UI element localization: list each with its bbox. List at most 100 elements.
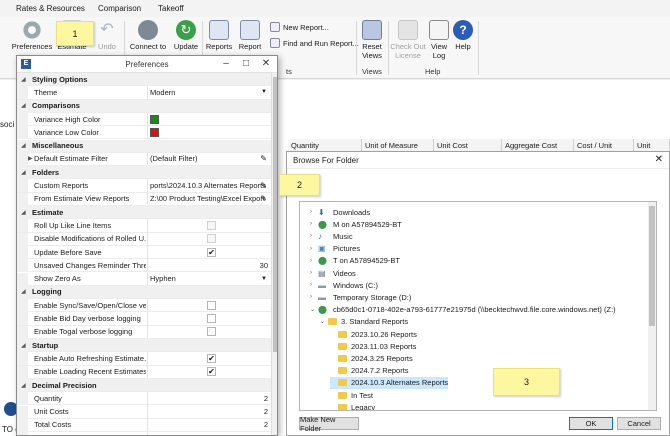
- folder-tree-item[interactable]: 2024.3.25 Reports: [330, 352, 413, 364]
- maximize-icon[interactable]: □: [239, 58, 253, 69]
- collapse-icon[interactable]: ◢: [21, 382, 26, 389]
- property-value-cell[interactable]: [147, 232, 271, 246]
- folder-tree-item[interactable]: › ⬤ M on A57894529-BT: [310, 218, 402, 230]
- property-row[interactable]: From Estimate View Reports Z:\00 Product …: [17, 192, 271, 206]
- checkbox[interactable]: [207, 220, 216, 230]
- scrollbar-thumb[interactable]: [273, 77, 277, 352]
- expand-icon[interactable]: ›: [310, 294, 318, 300]
- folder-tree-item[interactable]: ⌄ ⬤ cb65d0c1-0718-402e-a793-61777e21975d (…: [310, 304, 616, 316]
- property-row[interactable]: Roll Up Like Line Items: [17, 218, 271, 233]
- folder-tree-item[interactable]: › ▣ Pictures: [310, 243, 360, 255]
- folder-tree-item[interactable]: › ⬤ T on A57894529-BT: [310, 255, 400, 267]
- expand-icon[interactable]: ›: [310, 246, 318, 252]
- checkbox[interactable]: [207, 314, 216, 324]
- property-value-cell[interactable]: [147, 298, 271, 312]
- column-header[interactable]: Cost / Unit: [574, 139, 634, 151]
- collapse-icon[interactable]: ⌄: [310, 306, 318, 313]
- property-row[interactable]: Total Costs 2: [17, 418, 271, 433]
- tab-rates-resources[interactable]: Rates & Resources: [16, 4, 85, 13]
- dropdown-arrow-icon[interactable]: ▼: [261, 89, 267, 95]
- column-header[interactable]: Unit Cost: [434, 139, 502, 151]
- collapse-icon[interactable]: ◢: [21, 169, 26, 176]
- close-icon[interactable]: ✕: [655, 154, 663, 165]
- property-row[interactable]: Custom Reports ports\2024.10.3 Alternates…: [17, 179, 271, 193]
- property-row[interactable]: ▶ Default Estimate Filter (Default Filter)…: [17, 152, 271, 167]
- expand-icon[interactable]: ›: [310, 282, 318, 288]
- property-value-cell[interactable]: 2: [147, 391, 271, 405]
- folder-tree-item[interactable]: 2023.10.26 Reports: [330, 328, 417, 340]
- property-row[interactable]: Variance Low Color: [17, 125, 271, 140]
- expand-icon[interactable]: ›: [310, 270, 318, 276]
- expand-icon[interactable]: ›: [310, 233, 318, 239]
- folder-tree-item[interactable]: › ⬇ Downloads: [310, 206, 370, 218]
- collapse-icon[interactable]: ◢: [21, 76, 26, 83]
- checkbox[interactable]: ✔: [207, 367, 216, 377]
- collapse-icon[interactable]: ◢: [21, 288, 26, 295]
- property-row[interactable]: Show Zero As Hyphen ▼: [17, 272, 271, 286]
- help-button[interactable]: ? Help: [452, 20, 474, 51]
- folder-tree-item[interactable]: › ▤ Videos: [310, 267, 356, 279]
- checkbox[interactable]: ✔: [207, 247, 216, 257]
- property-value-cell[interactable]: Z:\00 Product Testing\Excel Export ✎: [147, 192, 271, 206]
- column-header[interactable]: Unit of Measure: [362, 139, 434, 151]
- ok-button[interactable]: OK: [569, 417, 613, 430]
- property-value-cell[interactable]: Hyphen ▼: [147, 272, 271, 286]
- property-value-cell[interactable]: 2: [147, 431, 271, 435]
- property-row[interactable]: Enable Bid Day verbose logging: [17, 312, 271, 326]
- collapse-icon[interactable]: ◢: [21, 209, 26, 216]
- property-grid-scrollbar[interactable]: [271, 73, 277, 435]
- checkbox[interactable]: [207, 327, 216, 337]
- property-value-cell[interactable]: 2: [147, 418, 271, 432]
- property-value-cell[interactable]: [147, 325, 271, 339]
- property-row[interactable]: Update Before Save ✔: [17, 245, 271, 260]
- report-button[interactable]: Report: [236, 20, 264, 51]
- folder-tree-item[interactable]: › ▬ Windows (C:): [310, 279, 378, 291]
- scrollbar-thumb[interactable]: [649, 206, 655, 326]
- expand-icon[interactable]: ›: [310, 221, 318, 227]
- reports-button[interactable]: Reports: [205, 20, 233, 51]
- update-button[interactable]: ↻ Update: [172, 20, 200, 51]
- property-row[interactable]: Enable Sync/Save/Open/Close ve...: [17, 298, 271, 313]
- new-report-button[interactable]: New Report...: [270, 22, 329, 32]
- property-row[interactable]: Enable Loading Recent Estimates... ✔: [17, 365, 271, 379]
- property-value-cell[interactable]: ✔: [147, 351, 271, 365]
- expand-icon[interactable]: ›: [310, 258, 318, 264]
- property-row[interactable]: Enable Auto Refreshing Estimate... ✔: [17, 351, 271, 366]
- property-value-cell[interactable]: [147, 112, 271, 126]
- folder-tree-item[interactable]: 2024.10.3 Alternates Reports: [330, 376, 449, 389]
- edit-pencil-icon[interactable]: ✎: [260, 154, 267, 163]
- folder-tree-item[interactable]: › ▬ Temporary Storage (D:): [310, 291, 411, 303]
- make-new-folder-button[interactable]: Make New Folder: [299, 415, 359, 433]
- property-value-cell[interactable]: Modern ▼: [147, 85, 271, 99]
- property-value-cell[interactable]: 2: [147, 405, 271, 419]
- property-value-cell[interactable]: ✔: [147, 365, 271, 379]
- collapse-icon[interactable]: ◢: [21, 102, 26, 109]
- folder-tree-item[interactable]: 2024.7.2 Reports: [330, 365, 409, 377]
- cancel-button[interactable]: Cancel: [617, 417, 661, 430]
- property-row[interactable]: Quantity 2: [17, 391, 271, 406]
- checkbox[interactable]: ✔: [207, 353, 216, 363]
- property-row[interactable]: Enable Togal verbose logging: [17, 325, 271, 339]
- tab-comparison[interactable]: Comparison: [98, 4, 141, 13]
- tab-takeoff[interactable]: Takeoff: [158, 4, 184, 13]
- check-out-license-button[interactable]: Check Out License: [390, 20, 426, 60]
- close-icon[interactable]: ✕: [259, 58, 273, 69]
- folder-tree-item[interactable]: In Test: [330, 389, 373, 401]
- column-header[interactable]: Unit: [634, 139, 670, 151]
- property-value-cell[interactable]: ports\2024.10.3 Alternates Reports ✎: [147, 179, 271, 193]
- color-swatch[interactable]: [150, 127, 159, 137]
- property-row[interactable]: Disable Modifications of Rolled U...: [17, 232, 271, 246]
- color-swatch[interactable]: [150, 114, 159, 124]
- folder-tree-item[interactable]: Legacy: [330, 401, 375, 410]
- checkbox[interactable]: [207, 234, 216, 244]
- edit-pencil-icon[interactable]: ✎: [260, 181, 267, 190]
- property-row[interactable]: Fees 2: [17, 431, 271, 435]
- connect-to-button[interactable]: Connect to: [128, 20, 168, 51]
- property-row[interactable]: Variance High Color: [17, 112, 271, 127]
- reset-views-button[interactable]: Reset Views: [359, 20, 385, 60]
- dropdown-arrow-icon[interactable]: ▼: [261, 276, 267, 282]
- property-row[interactable]: Unsaved Changes Reminder Thre... 30: [17, 258, 271, 273]
- collapse-icon[interactable]: ◢: [21, 142, 26, 149]
- property-value-cell[interactable]: ✔: [147, 245, 271, 259]
- undo-button[interactable]: ↶ Undo: [94, 20, 120, 51]
